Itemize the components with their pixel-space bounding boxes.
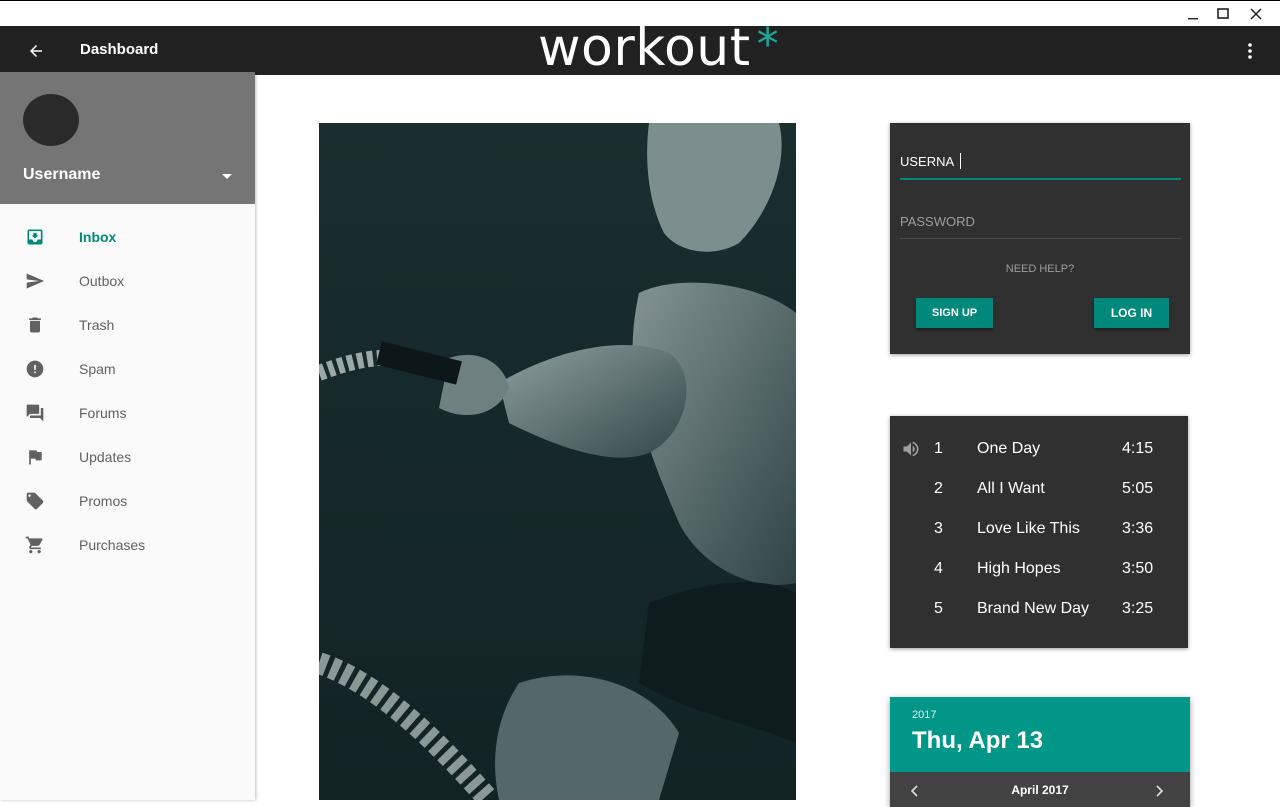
navigation-drawer: Username Inbox Outbox Trash Spam Forums … <box>0 72 255 800</box>
username-input-value: USERNA <box>900 154 955 169</box>
track-title: One Day <box>977 440 1041 457</box>
date-picker-card: 2017 Thu, Apr 13 April 2017 <box>890 697 1190 807</box>
track-number: 5 <box>934 600 943 617</box>
password-field[interactable]: PASSWORD <box>900 213 1181 239</box>
close-icon <box>1250 8 1262 20</box>
track-row[interactable]: 5 Brand New Day 3:25 <box>890 589 1188 629</box>
arrow-drop-down-icon <box>222 174 232 179</box>
avatar[interactable] <box>23 94 79 146</box>
username-field[interactable]: USERNA <box>900 153 1181 180</box>
next-month-button[interactable] <box>1152 781 1166 801</box>
track-title: High Hopes <box>977 560 1061 577</box>
login-card: USERNA PASSWORD NEED HELP? SIGN UP LOG I… <box>890 123 1190 354</box>
track-duration: 3:50 <box>1122 560 1154 577</box>
app-logo: workout * <box>538 22 779 74</box>
month-label: April 2017 <box>1011 783 1069 797</box>
username-label: Username <box>23 166 101 183</box>
track-row[interactable]: 2 All I Want 5:05 <box>890 469 1188 509</box>
track-duration: 4:15 <box>1122 440 1154 457</box>
flag-icon <box>24 446 46 468</box>
track-title: All I Want <box>977 480 1045 497</box>
chevron-right-icon <box>1156 785 1163 797</box>
track-number: 2 <box>934 480 943 497</box>
track-duration: 3:25 <box>1122 600 1154 617</box>
track-row[interactable]: 1 One Day 4:15 <box>890 429 1188 469</box>
close-window-button[interactable] <box>1240 1 1272 27</box>
minimize-window-button[interactable] <box>1177 1 1209 27</box>
athlete-image <box>319 123 796 800</box>
track-row[interactable]: 4 High Hopes 3:50 <box>890 549 1188 589</box>
nav-item-label: Spam <box>79 361 116 377</box>
cart-icon <box>24 534 46 556</box>
nav-item-trash[interactable]: Trash <box>0 303 255 347</box>
nav-list: Inbox Outbox Trash Spam Forums Updates P… <box>0 215 255 567</box>
track-title: Brand New Day <box>977 600 1090 617</box>
send-icon <box>24 270 46 292</box>
forum-icon <box>24 402 46 424</box>
nav-item-label: Outbox <box>79 273 125 289</box>
nav-item-label: Updates <box>79 449 132 465</box>
nav-item-label: Inbox <box>79 229 117 245</box>
inbox-icon <box>24 226 46 248</box>
more-options-button[interactable] <box>1240 38 1260 64</box>
track-title: Love Like This <box>977 520 1080 537</box>
maximize-window-button[interactable] <box>1207 1 1239 27</box>
minimize-icon <box>1188 18 1198 20</box>
logo-text: workout <box>538 18 751 78</box>
year-selector[interactable]: 2017 <box>912 709 936 721</box>
track-duration: 3:36 <box>1122 520 1154 537</box>
maximize-icon <box>1217 8 1229 19</box>
volume-icon[interactable] <box>900 438 922 460</box>
track-number: 1 <box>934 440 943 457</box>
nav-item-purchases[interactable]: Purchases <box>0 523 255 567</box>
text-cursor <box>960 153 962 169</box>
nav-item-label: Promos <box>79 493 128 509</box>
need-help-link[interactable]: NEED HELP? <box>890 263 1190 275</box>
track-duration: 5:05 <box>1122 480 1154 497</box>
log-in-button[interactable]: LOG IN <box>1094 298 1169 328</box>
app-bar: Dashboard workout * <box>0 22 1280 75</box>
date-picker-header: 2017 Thu, Apr 13 <box>890 697 1190 772</box>
nav-item-outbox[interactable]: Outbox <box>0 259 255 303</box>
password-placeholder: PASSWORD <box>900 214 975 229</box>
nav-item-label: Trash <box>79 317 115 333</box>
workout-photo <box>319 123 796 800</box>
arrow-back-icon <box>30 45 42 57</box>
tag-icon <box>24 490 46 512</box>
track-row[interactable]: 3 Love Like This 3:36 <box>890 509 1188 549</box>
more-vert-icon <box>1248 43 1252 59</box>
sign-up-button[interactable]: SIGN UP <box>916 298 993 328</box>
nav-item-label: Forums <box>79 405 127 421</box>
trash-icon <box>24 314 46 336</box>
nav-item-inbox[interactable]: Inbox <box>0 215 255 259</box>
page-title: Dashboard <box>80 41 159 58</box>
playlist-card: 1 One Day 4:15 2 All I Want 5:05 3 Love … <box>890 416 1188 648</box>
nav-item-spam[interactable]: Spam <box>0 347 255 391</box>
spam-icon <box>24 358 46 380</box>
nav-item-updates[interactable]: Updates <box>0 435 255 479</box>
back-button[interactable] <box>20 38 52 64</box>
selected-date: Thu, Apr 13 <box>912 727 1044 754</box>
account-dropdown-button[interactable] <box>220 170 234 184</box>
logo-asterisk: * <box>756 19 780 70</box>
nav-item-label: Purchases <box>79 537 146 553</box>
track-number: 4 <box>934 560 943 577</box>
nav-item-forums[interactable]: Forums <box>0 391 255 435</box>
track-number: 3 <box>934 520 943 537</box>
nav-item-promos[interactable]: Promos <box>0 479 255 523</box>
profile-header: Username <box>0 72 255 204</box>
